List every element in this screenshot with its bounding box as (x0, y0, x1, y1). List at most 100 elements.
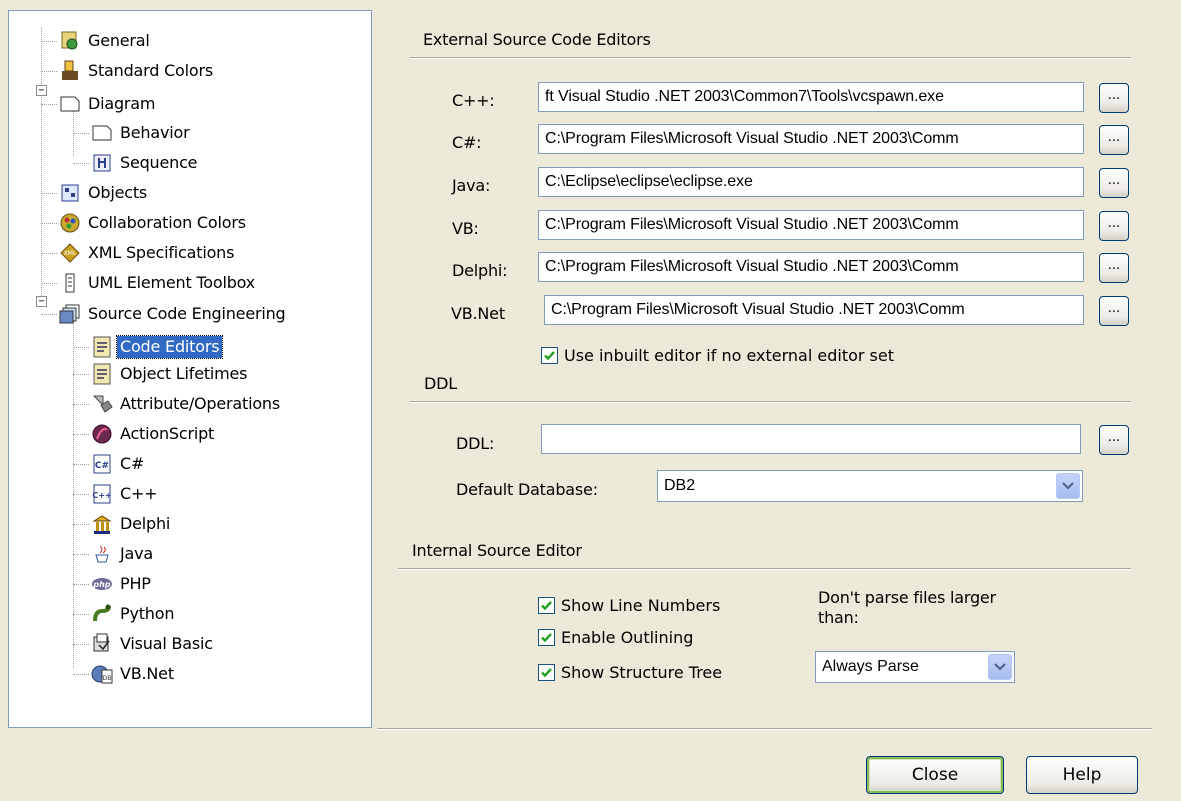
tree-item-code-editors[interactable]: Code Editors (91, 333, 224, 361)
default-database-value: DB2 (664, 477, 696, 494)
visual-basic-icon (91, 633, 113, 655)
editor-browse-button[interactable]: ... (1099, 168, 1129, 198)
editor-browse-button[interactable]: ... (1099, 211, 1129, 241)
tree-connector (73, 434, 89, 435)
show-line-numbers-checkbox[interactable]: Show Line Numbers (538, 596, 720, 615)
tree-connector (73, 464, 89, 465)
default-database-select[interactable]: DB2 (657, 470, 1083, 502)
separator (410, 57, 1131, 59)
tree-item-php[interactable]: php PHP (91, 570, 154, 598)
checkbox-label: Show Structure Tree (561, 663, 723, 682)
use-inbuilt-editor-checkbox[interactable]: Use inbuilt editor if no external editor… (541, 346, 894, 365)
separator (410, 401, 1131, 403)
editor-browse-button[interactable]: ... (1099, 125, 1129, 155)
source-code-engineering-icon (59, 303, 81, 325)
python-icon (91, 603, 113, 625)
editor-path-input[interactable]: C:\Program Files\Microsoft Visual Studio… (544, 295, 1084, 325)
tree-item-label: Behavior (120, 123, 190, 142)
editor-path-input[interactable]: C:\Program Files\Microsoft Visual Studio… (538, 210, 1084, 240)
help-button[interactable]: Help (1026, 756, 1138, 794)
show-structure-tree-checkbox[interactable]: Show Structure Tree (538, 663, 722, 682)
tree-item-attribute-operations[interactable]: Attribute/Operations (91, 390, 283, 418)
tree-item-xml-specifications[interactable]: XML XML Specifications (59, 239, 237, 267)
tree-item-label: Objects (88, 183, 148, 202)
separator (377, 728, 1152, 730)
tree-connector (73, 644, 89, 645)
code-editor-icon (91, 336, 113, 358)
tree-item-vb-net[interactable]: DB VB.Net (91, 660, 177, 688)
editor-path-input[interactable]: C:\Program Files\Microsoft Visual Studio… (538, 252, 1084, 282)
tree-connector (73, 316, 74, 668)
tree-item-delphi[interactable]: Delphi (91, 510, 173, 538)
checkbox-box[interactable] (538, 597, 555, 614)
tree-item-actionscript[interactable]: ActionScript (91, 420, 217, 448)
checkbox-box[interactable] (538, 629, 555, 646)
ddl-browse-button[interactable]: ... (1099, 425, 1129, 455)
collapse-toggle[interactable]: − (36, 85, 47, 96)
tree-connector (73, 524, 89, 525)
tree-item-label: Diagram (88, 94, 156, 113)
tree-item-java[interactable]: Java (91, 540, 156, 568)
checkbox-box[interactable] (541, 347, 558, 364)
tree-item-uml-element-toolbox[interactable]: UML Element Toolbox (59, 269, 258, 297)
tree-item-label: Object Lifetimes (120, 364, 248, 383)
tree-item-standard-colors[interactable]: Standard Colors (59, 57, 216, 85)
tree-item-object-lifetimes[interactable]: Object Lifetimes (91, 360, 250, 388)
tree-item-collaboration-colors[interactable]: Collaboration Colors (59, 209, 249, 237)
editor-browse-button[interactable]: ... (1099, 83, 1129, 113)
editor-path-input[interactable]: C:\Eclipse\eclipse\eclipse.exe (538, 167, 1084, 197)
ddl-path-input[interactable] (541, 424, 1081, 454)
editor-browse-button[interactable]: ... (1099, 253, 1129, 283)
editor-language-label: VB.Net (451, 304, 505, 323)
svg-text:DB: DB (103, 675, 112, 682)
tree-item-python[interactable]: Python (91, 600, 177, 628)
tree-connector (73, 494, 89, 495)
tree-connector (41, 41, 57, 42)
tree-item-sequence[interactable]: Sequence (91, 149, 200, 177)
tree-item-c[interactable]: C# C# (91, 450, 147, 478)
delphi-icon (91, 513, 113, 535)
internal-editor-title: Internal Source Editor (412, 541, 582, 560)
dropdown-arrow-icon[interactable] (1056, 473, 1080, 499)
parse-limit-value: Always Parse (822, 658, 919, 675)
checkbox-label: Show Line Numbers (561, 596, 721, 615)
tree-item-diagram[interactable]: Diagram (59, 90, 158, 118)
external-editors-title: External Source Code Editors (423, 30, 651, 49)
checkbox-label: Use inbuilt editor if no external editor… (564, 346, 895, 365)
tree-connector (73, 347, 89, 348)
tree-item-label: Sequence (120, 153, 198, 172)
parse-limit-select[interactable]: Always Parse (815, 651, 1015, 683)
tree-connector (73, 404, 89, 405)
tree-item-source-code-engineering[interactable]: Source Code Engineering (59, 300, 289, 328)
actionscript-icon (91, 423, 113, 445)
tree-item-c[interactable]: C++ C++ (91, 480, 160, 508)
tree-item-label: General (88, 31, 150, 50)
tree-item-label: Collaboration Colors (88, 213, 246, 232)
svg-text:XML: XML (64, 250, 77, 257)
options-tree[interactable]: General Standard Colors − Diagram Behavior Se… (8, 10, 372, 728)
editor-browse-button[interactable]: ... (1099, 296, 1129, 326)
tree-connector (73, 614, 89, 615)
sequence-diagram-icon (91, 152, 113, 174)
enable-outlining-checkbox[interactable]: Enable Outlining (538, 628, 693, 647)
ddl-label: DDL: (456, 434, 495, 453)
editor-path-input[interactable]: ft Visual Studio .NET 2003\Common7\Tools… (538, 82, 1084, 112)
tree-item-label: UML Element Toolbox (88, 273, 256, 292)
tree-item-objects[interactable]: Objects (59, 179, 150, 207)
tree-item-general[interactable]: General (59, 27, 153, 55)
tree-connector (41, 193, 57, 194)
ddl-title: DDL (424, 374, 457, 393)
tree-connector (73, 674, 89, 675)
tree-item-behavior[interactable]: Behavior (91, 119, 192, 147)
csharp-icon: C# (91, 453, 113, 475)
collapse-toggle[interactable]: − (36, 296, 47, 307)
java-icon (91, 543, 113, 565)
tree-item-visual-basic[interactable]: Visual Basic (91, 630, 216, 658)
svg-text:C++: C++ (92, 491, 111, 500)
checkbox-box[interactable] (538, 664, 555, 681)
editor-language-label: C++: (452, 91, 495, 110)
dropdown-arrow-icon[interactable] (988, 654, 1012, 680)
editor-path-input[interactable]: C:\Program Files\Microsoft Visual Studio… (538, 124, 1084, 154)
close-button[interactable]: Close (866, 756, 1004, 794)
page-icon (91, 122, 113, 144)
